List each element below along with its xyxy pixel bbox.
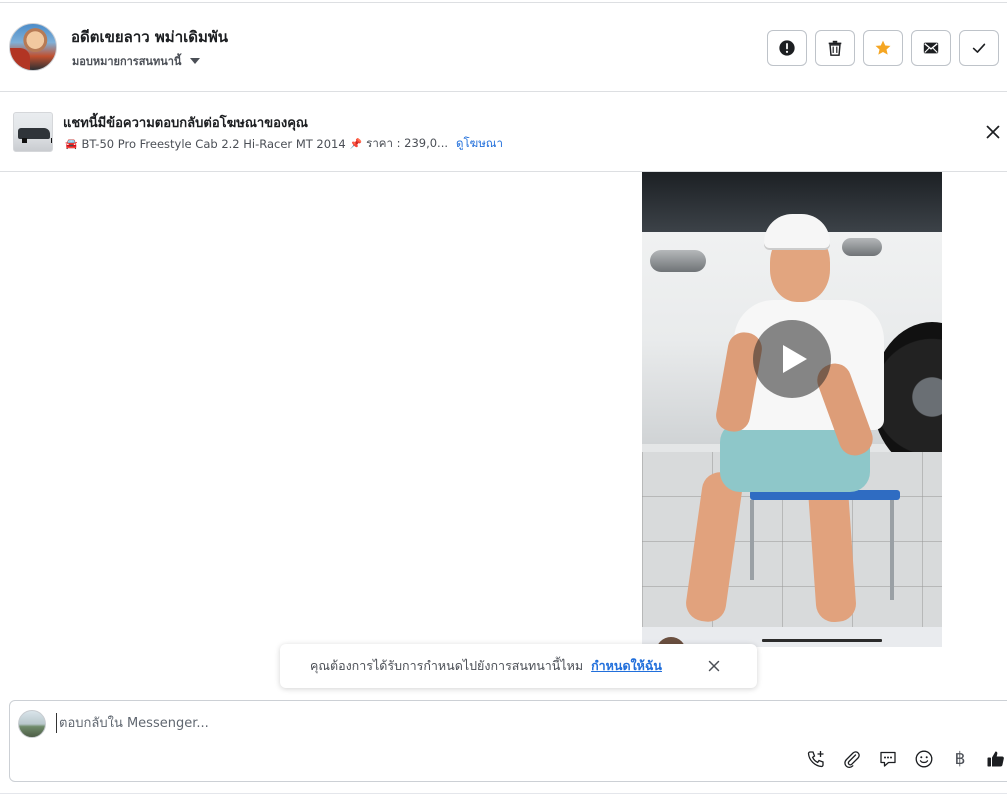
toast-close-button[interactable] <box>704 656 724 676</box>
star-button[interactable] <box>863 30 903 66</box>
ad-context-banner: แชทนี้มีข้อความตอบกลับต่อโฆษณาของคุณ 🚘 B… <box>0 92 1007 172</box>
exclamation-icon <box>779 40 795 56</box>
video-message[interactable] <box>642 172 942 627</box>
composer-toolbar: ฿ <box>806 749 1006 769</box>
smiley-icon <box>915 750 933 768</box>
video-chair-leg <box>750 500 754 580</box>
trash-icon <box>828 40 842 56</box>
assign-conversation-dropdown[interactable]: มอบหมายการสนทนานี้ <box>72 52 201 70</box>
caption-text-fragment <box>762 639 882 642</box>
mark-done-button[interactable] <box>959 30 999 66</box>
video-door-handle <box>842 238 882 256</box>
speech-bubble-icon <box>880 751 896 767</box>
conversation-header: อดีตเขยลาว พม่าเดิมพัน มอบหมายการสนทนานี… <box>0 3 1007 92</box>
play-icon <box>783 345 807 373</box>
close-banner-button[interactable] <box>983 122 1003 142</box>
play-button[interactable] <box>753 320 831 398</box>
bottom-divider <box>0 793 1007 794</box>
close-icon <box>986 125 1000 139</box>
mark-unread-button[interactable] <box>911 30 951 66</box>
attach-button[interactable] <box>842 749 862 769</box>
car-emoji-icon: 🚘 <box>65 138 78 150</box>
saved-replies-button[interactable] <box>878 749 898 769</box>
assign-prompt-text: คุณต้องการได้รับการกำหนดไปยังการสนทนานี้… <box>310 658 584 673</box>
message-thread[interactable]: คุณต้องการได้รับการกำหนดไปยังการสนทนานี้… <box>0 172 1007 700</box>
contact-name[interactable]: อดีตเขยลาว พม่าเดิมพัน <box>71 25 228 49</box>
star-icon <box>875 40 891 55</box>
contact-avatar[interactable] <box>9 23 57 71</box>
like-button[interactable] <box>986 749 1006 769</box>
payment-button[interactable]: ฿ <box>950 749 970 769</box>
assign-to-me-link[interactable]: กำหนดให้ฉัน <box>591 656 662 676</box>
ad-listing-title: BT-50 Pro Freestyle Cab 2.2 Hi-Racer MT … <box>81 137 346 151</box>
check-icon <box>972 43 986 53</box>
video-door-handle <box>650 250 706 272</box>
call-button[interactable] <box>806 749 826 769</box>
ad-banner-title: แชทนี้มีข้อความตอบกลับต่อโฆษณาของคุณ <box>63 116 308 131</box>
reply-input[interactable] <box>56 713 956 733</box>
pin-emoji-icon: 📌 <box>349 138 363 150</box>
emoji-button[interactable] <box>914 749 934 769</box>
page-avatar <box>18 710 46 738</box>
close-icon <box>708 660 720 672</box>
caret-down-icon <box>190 58 201 64</box>
assign-prompt-toast: คุณต้องการได้รับการกำหนดไปยังการสนทนานี้… <box>280 644 757 688</box>
header-actions <box>767 30 999 66</box>
assign-label: มอบหมายการสนทนานี้ <box>72 55 182 68</box>
ad-thumbnail[interactable] <box>13 112 53 152</box>
delete-button[interactable] <box>815 30 855 66</box>
thumbs-up-icon <box>987 751 1004 767</box>
ad-price: ราคา : 239,0... <box>366 136 449 150</box>
envelope-icon <box>923 42 939 54</box>
view-ad-link[interactable]: ดูโฆษณา <box>456 135 503 153</box>
phone-add-icon <box>807 751 824 768</box>
video-chair-leg <box>890 500 894 600</box>
baht-icon: ฿ <box>954 749 966 769</box>
paperclip-icon <box>844 751 860 768</box>
report-button[interactable] <box>767 30 807 66</box>
reply-composer: ฿ <box>9 700 1007 782</box>
ad-description: 🚘 BT-50 Pro Freestyle Cab 2.2 Hi-Racer M… <box>65 135 503 153</box>
